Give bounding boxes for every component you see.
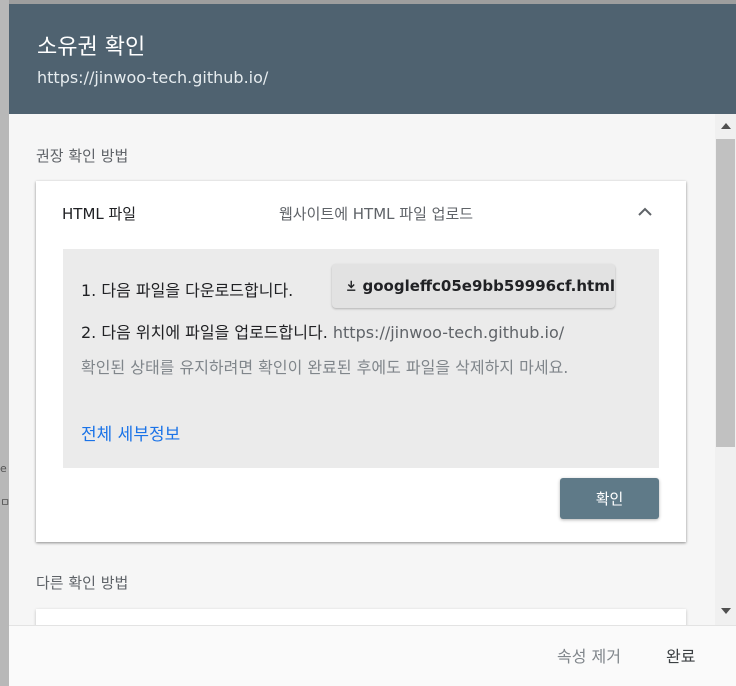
content-scrollbar[interactable]: [715, 114, 736, 625]
step-upload-text: 2. 다음 위치에 파일을 업로드합니다. https://jinwoo-tec…: [81, 319, 564, 343]
other-methods-card[interactable]: [36, 609, 686, 625]
chevron-up-icon[interactable]: [636, 203, 654, 221]
method-title: HTML 파일: [62, 205, 137, 223]
remove-property-button[interactable]: 속성 제거: [557, 643, 621, 667]
page-backdrop: e ㅁ: [0, 0, 10, 686]
html-file-method-card: HTML 파일 웹사이트에 HTML 파일 업로드 1. 다음 파일을 다운로드…: [36, 181, 686, 542]
method-card-header[interactable]: HTML 파일 웹사이트에 HTML 파일 업로드: [36, 181, 686, 247]
backdrop-fragment: e: [0, 462, 7, 475]
verify-ownership-dialog: 소유권 확인 https://jinwoo-tech.github.io/ 권장…: [9, 4, 736, 686]
upload-url: https://jinwoo-tech.github.io/: [332, 323, 565, 342]
verify-button[interactable]: 확인: [560, 478, 659, 519]
recommended-section-label: 권장 확인 방법: [36, 147, 129, 165]
other-methods-section-label: 다른 확인 방법: [36, 574, 129, 592]
scroll-down-arrow-icon[interactable]: [715, 601, 736, 621]
property-url: https://jinwoo-tech.github.io/: [37, 68, 269, 87]
dialog-content: 권장 확인 방법 HTML 파일 웹사이트에 HTML 파일 업로드 1. 다음…: [9, 114, 715, 625]
done-button[interactable]: 완료: [666, 643, 695, 667]
step-upload-label: 2. 다음 위치에 파일을 업로드합니다.: [81, 323, 328, 342]
step-download-text: 1. 다음 파일을 다운로드합니다.: [81, 281, 294, 300]
method-description: 웹사이트에 HTML 파일 업로드: [279, 205, 474, 223]
dialog-header: 소유권 확인 https://jinwoo-tech.github.io/: [9, 4, 736, 114]
download-icon: [347, 280, 356, 291]
download-filename: googleffc05e9bb59996cf.html: [362, 277, 615, 295]
full-details-link[interactable]: 전체 세부정보: [81, 420, 180, 445]
scroll-up-arrow-icon[interactable]: [715, 116, 736, 136]
dialog-title: 소유권 확인: [37, 35, 146, 60]
method-instructions-panel: 1. 다음 파일을 다운로드합니다. googleffc05e9bb59996c…: [63, 249, 659, 468]
download-file-button[interactable]: googleffc05e9bb59996cf.html: [332, 264, 615, 308]
scrollbar-thumb[interactable]: [716, 139, 735, 447]
keep-file-note: 확인된 상태를 유지하려면 확인이 완료된 후에도 파일을 삭제하지 마세요.: [81, 358, 569, 377]
dialog-footer: 속성 제거 완료: [9, 625, 736, 686]
